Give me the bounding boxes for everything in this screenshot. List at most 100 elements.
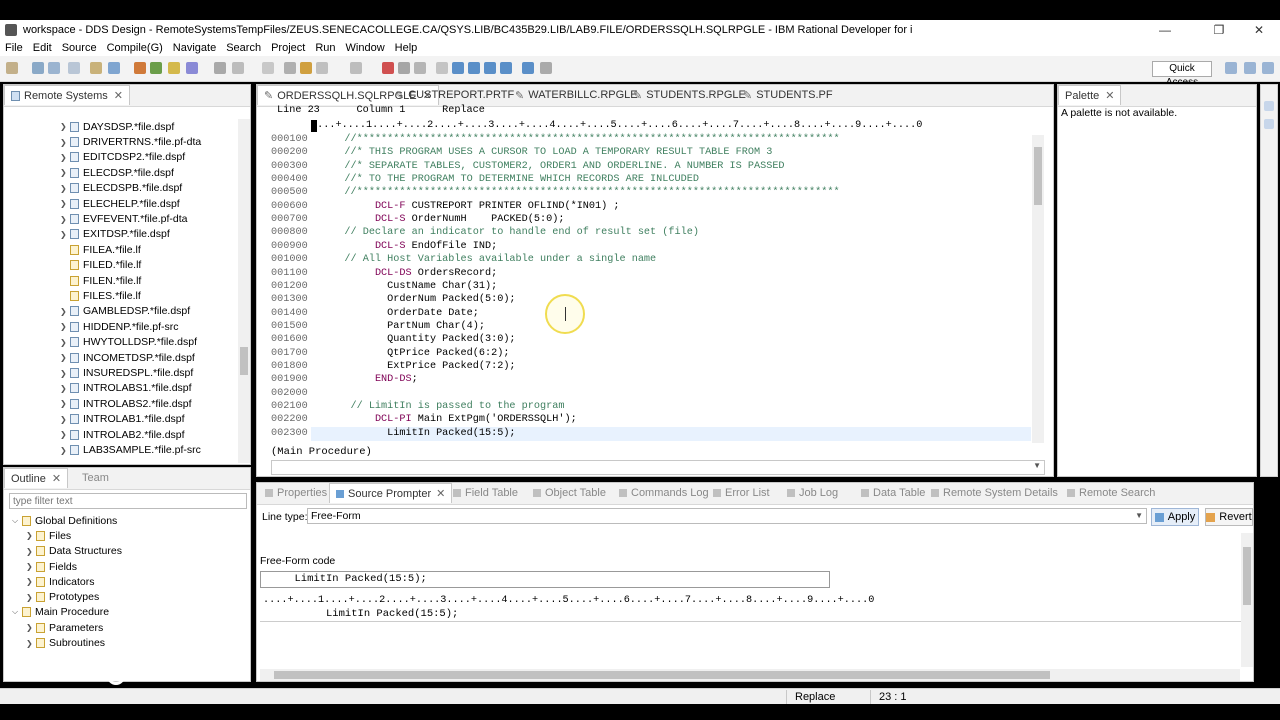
chevron-right-icon[interactable]: ❯ xyxy=(60,122,70,131)
apply-button[interactable]: Apply xyxy=(1151,508,1199,526)
toolbar-button-icon[interactable] xyxy=(262,62,274,74)
chevron-right-icon[interactable]: ❯ xyxy=(60,446,70,455)
tree-item[interactable]: ❯ EVFEVENT.*file.pf-dta xyxy=(60,211,187,226)
chevron-right-icon[interactable]: ❯ xyxy=(60,199,70,208)
code-line[interactable]: 000600 DCL-F CUSTREPORT PRINTER OFLIND(*… xyxy=(271,201,620,212)
menu-item-2[interactable]: Source xyxy=(62,42,97,54)
line-type-select[interactable]: Free-Form ▼ xyxy=(307,508,1147,524)
chevron-right-icon[interactable]: ❯ xyxy=(60,415,70,424)
bottom-tab[interactable]: Source Prompter ✕ xyxy=(329,483,453,503)
tab-team[interactable]: Team xyxy=(76,468,115,488)
code-line[interactable]: 000300 //* SEPARATE TABLES, CUSTOMER2, O… xyxy=(271,161,785,172)
chevron-down-icon[interactable]: ⌵ xyxy=(12,607,22,617)
prompter-scrollbar[interactable] xyxy=(1241,533,1253,667)
toolbar-button-icon[interactable] xyxy=(398,62,410,74)
toolbar-button-icon[interactable] xyxy=(186,62,198,74)
toolbar-button-icon[interactable] xyxy=(90,62,102,74)
toolbar-button-icon[interactable] xyxy=(484,62,496,74)
tab-outline[interactable]: Outline ✕ xyxy=(4,468,69,488)
tree-item[interactable]: ❯ INTROLABS2.*file.dspf xyxy=(60,396,192,411)
chevron-right-icon[interactable]: ❯ xyxy=(60,338,70,347)
chevron-right-icon[interactable]: ❯ xyxy=(60,399,70,408)
outline-item[interactable]: ⌵ Main Procedure xyxy=(12,605,109,620)
bottom-tab[interactable]: Properties xyxy=(259,483,333,503)
bottom-tab[interactable]: Job Log xyxy=(781,483,844,503)
bottom-tab[interactable]: Remote System Details xyxy=(925,483,1064,503)
close-icon[interactable]: ✕ xyxy=(114,89,123,102)
procedure-selector[interactable]: ▼ xyxy=(271,460,1045,475)
remote-systems-scrollbar[interactable] xyxy=(238,119,250,463)
tree-item[interactable]: ❯ INSUREDSPL.*file.dspf xyxy=(60,365,193,380)
tree-item[interactable]: ❯ DRIVERTRNS.*file.pf-dta xyxy=(60,134,201,149)
outline-item[interactable]: ❯ Indicators xyxy=(26,574,95,589)
menu-item-9[interactable]: Help xyxy=(395,42,418,54)
bottom-tab[interactable]: Error List xyxy=(707,483,776,503)
chevron-right-icon[interactable]: ❯ xyxy=(60,230,70,239)
code-line[interactable]: 000500 //*******************************… xyxy=(271,187,840,198)
toolbar-button-icon[interactable] xyxy=(468,62,480,74)
chevron-right-icon[interactable]: ❯ xyxy=(60,215,70,224)
tree-item[interactable]: FILED.*file.lf xyxy=(60,258,141,273)
menu-item-7[interactable]: Run xyxy=(315,42,335,54)
tree-item[interactable]: ❯ INTROLABS1.*file.dspf xyxy=(60,381,192,396)
chevron-right-icon[interactable]: ❯ xyxy=(60,168,70,177)
tree-item[interactable]: FILES.*file.lf xyxy=(60,288,141,303)
toolbar-button-icon[interactable] xyxy=(284,62,296,74)
chevron-down-icon[interactable]: ▼ xyxy=(1135,509,1143,523)
code-line[interactable]: 002300 LimitIn Packed(15:5); xyxy=(271,428,516,439)
outline-item[interactable]: ❯ Files xyxy=(26,528,71,543)
scrollbar-thumb[interactable] xyxy=(274,671,1050,679)
code-line[interactable]: 001400 OrderDate Date; xyxy=(271,308,479,319)
toolbar-button-icon[interactable] xyxy=(108,62,120,74)
editor-tab[interactable]: ✎ WATERBILLC.RPGLE xyxy=(509,85,644,105)
toolbar-button-icon[interactable] xyxy=(452,62,464,74)
bottom-tab[interactable]: Object Table xyxy=(527,483,612,503)
menu-item-6[interactable]: Project xyxy=(271,42,305,54)
menu-item-3[interactable]: Compile(G) xyxy=(107,42,163,54)
tree-item[interactable]: ❯ HWYTOLLDSP.*file.dspf xyxy=(60,335,197,350)
chevron-right-icon[interactable]: ❯ xyxy=(60,322,70,331)
chevron-down-icon[interactable]: ⌵ xyxy=(12,516,22,526)
toolbar-button-icon[interactable] xyxy=(382,62,394,74)
outline-filter-input[interactable] xyxy=(9,493,247,509)
code-line[interactable]: 000700 DCL-S OrderNumH PACKED(5:0); xyxy=(271,214,564,225)
chevron-down-icon[interactable]: ▼ xyxy=(1033,461,1041,470)
toolbar-button-icon[interactable] xyxy=(350,62,362,74)
toolbar-button-icon[interactable] xyxy=(300,62,312,74)
code-line[interactable]: 002200 DCL-PI Main ExtPgm('ORDERSSQLH'); xyxy=(271,414,577,425)
menu-item-4[interactable]: Navigate xyxy=(173,42,216,54)
chevron-right-icon[interactable]: ❯ xyxy=(60,307,70,316)
tree-item[interactable]: ❯ ELECDSPB.*file.dspf xyxy=(60,181,182,196)
chevron-right-icon[interactable]: ❯ xyxy=(60,153,70,162)
close-icon[interactable]: ✕ xyxy=(1236,20,1280,40)
toolbar-button-icon[interactable] xyxy=(150,62,162,74)
chevron-right-icon[interactable]: ❯ xyxy=(60,369,70,378)
tab-remote-systems[interactable]: Remote Systems ✕ xyxy=(4,85,130,105)
code-line[interactable]: 001900 END-DS; xyxy=(271,374,418,385)
toolbar-button-icon[interactable] xyxy=(48,62,60,74)
toolbar-button-icon[interactable] xyxy=(522,62,534,74)
chevron-right-icon[interactable]: ❯ xyxy=(26,562,36,571)
code-line[interactable]: 000800 // Declare an indicator to handle… xyxy=(271,227,699,238)
restore-view-icon[interactable] xyxy=(1264,101,1274,111)
scrollbar-thumb[interactable] xyxy=(240,347,248,375)
tree-item[interactable]: FILEN.*file.lf xyxy=(60,273,141,288)
editor-scrollbar[interactable] xyxy=(1032,135,1044,443)
toolbar-button-icon[interactable] xyxy=(540,62,552,74)
toolbar-button-icon[interactable] xyxy=(436,62,448,74)
code-line[interactable]: 001200 CustName Char(31); xyxy=(271,281,497,292)
tree-item[interactable]: ❯ ELECDSP.*file.dspf xyxy=(60,165,174,180)
toolbar-button-icon[interactable] xyxy=(316,62,328,74)
tree-item[interactable]: ❯ LAB3SAMPLE.*file.pf-src xyxy=(60,442,201,457)
outline-item[interactable]: ⌵ Global Definitions xyxy=(12,513,117,528)
bottom-tab[interactable]: Remote Search xyxy=(1061,483,1161,503)
code-line[interactable]: 000100 //*******************************… xyxy=(271,134,840,145)
close-icon[interactable]: ✕ xyxy=(52,472,61,485)
minimize-icon[interactable]: — xyxy=(1142,20,1188,40)
code-line[interactable]: 000900 DCL-S EndOfFile IND; xyxy=(271,241,497,252)
code-line[interactable]: 001100 DCL-DS OrdersRecord; xyxy=(271,268,497,279)
outline-item[interactable]: ❯ Data Structures xyxy=(26,544,122,559)
outline-item[interactable]: ❯ Parameters xyxy=(26,620,103,635)
chevron-right-icon[interactable]: ❯ xyxy=(26,623,36,632)
toolbar-button-icon[interactable] xyxy=(134,62,146,74)
